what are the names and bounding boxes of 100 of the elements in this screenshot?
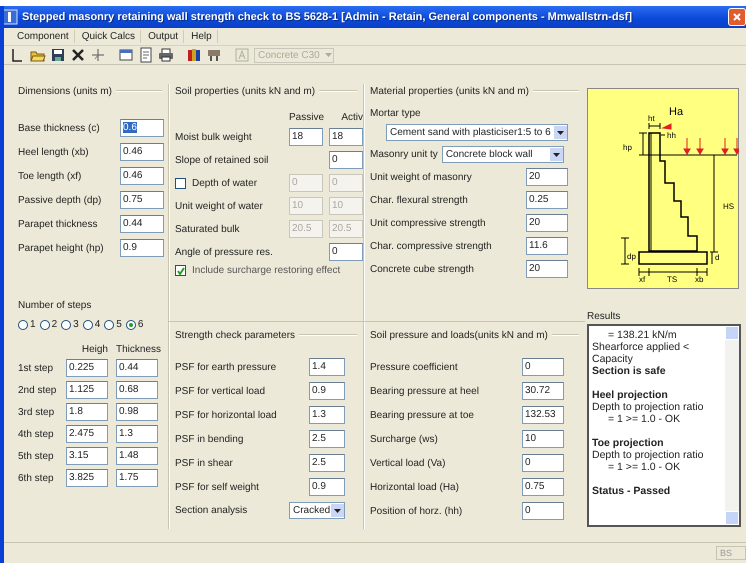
result-text: Toe projection	[592, 436, 665, 449]
input-field[interactable]: 1.125	[66, 381, 108, 399]
input-field[interactable]: 0.9	[120, 239, 164, 257]
input-field[interactable]: 0	[329, 151, 363, 169]
dropdown[interactable]: Cracked	[289, 502, 345, 519]
dimension-label: TS	[667, 275, 678, 284]
field-label: Base thickness (c)	[18, 122, 101, 134]
input-field[interactable]: 0	[522, 454, 564, 472]
delete-icon[interactable]	[70, 47, 86, 63]
dropdown-arrow-icon[interactable]	[557, 130, 564, 134]
result-text: Capacity	[592, 353, 634, 365]
menu-item[interactable]: Component	[12, 30, 75, 43]
field-label: Char. compressive strength	[370, 240, 493, 252]
menu-item[interactable]: Quick Calcs	[76, 30, 142, 43]
group-title: Material properties (units kN and m)	[370, 86, 529, 96]
document-icon[interactable]	[138, 47, 154, 63]
column-header: Passive	[289, 112, 323, 123]
field-label: Angle of pressure res.	[175, 246, 274, 258]
input-field[interactable]: 0.44	[120, 215, 164, 233]
checkbox[interactable]: Include surcharge restoring effect	[175, 265, 357, 276]
row-label: 5th step	[18, 450, 55, 462]
field-label: Bearing pressure at toe	[370, 410, 475, 420]
input-field[interactable]: 1.48	[116, 447, 158, 465]
scrollbar[interactable]	[725, 326, 739, 525]
input-field[interactable]: 0	[522, 502, 564, 520]
menu-item[interactable]: Help	[186, 30, 218, 43]
result-text: Status - Passed	[592, 484, 672, 497]
result-text: Shearforce applied <	[592, 341, 690, 353]
input-field[interactable]: 0.75	[522, 478, 564, 496]
close-icon[interactable]	[733, 13, 741, 21]
field-label: PSF in shear	[175, 458, 234, 468]
dropdown-arrow-icon[interactable]	[334, 508, 342, 512]
field-label: Moist bulk weight	[175, 132, 253, 142]
input-field[interactable]: 0.98	[116, 403, 158, 421]
input-field[interactable]: 1.4	[309, 358, 345, 376]
input-field[interactable]: 10	[522, 430, 564, 448]
input-field[interactable]: 1.8	[66, 403, 108, 421]
input-field[interactable]: 0	[329, 243, 363, 261]
input-field[interactable]: 132.53	[522, 406, 564, 424]
input-field[interactable]: 1.75	[116, 469, 158, 487]
result-text: = 1 >= 1.0 - OK	[607, 413, 682, 425]
input-field[interactable]: 1.3	[116, 425, 158, 443]
dropdown[interactable]: Concrete block wall	[442, 146, 564, 163]
close-button[interactable]	[728, 8, 746, 26]
input-field[interactable]: 11.6	[526, 237, 568, 255]
input-field[interactable]: 0	[522, 358, 564, 376]
input-field[interactable]: 18	[329, 128, 363, 146]
column-header: Heigh	[80, 344, 108, 355]
input-field[interactable]: 0.9	[309, 478, 345, 496]
dropdown-arrow-icon[interactable]	[552, 152, 560, 156]
input-field[interactable]: 2.475	[66, 425, 108, 443]
field-label: Mortar type	[370, 108, 422, 119]
input-field[interactable]: 0.46	[120, 143, 164, 161]
input-field[interactable]: 3.825	[66, 469, 108, 487]
window-icon[interactable]	[118, 47, 134, 63]
result-text: Depth to projection ratio	[592, 401, 704, 413]
group-title: Dimensions (units m)	[18, 86, 112, 96]
input-field[interactable]: 2.5	[309, 430, 345, 448]
dimension-label: xf	[639, 275, 646, 284]
crosshair-icon[interactable]	[90, 47, 106, 63]
checkmark-icon	[176, 266, 184, 274]
books-icon[interactable]	[186, 47, 202, 63]
input-field[interactable]: 18	[289, 128, 323, 146]
dropdown[interactable]: Cement sand with plasticiser1:5 to 6	[386, 124, 568, 141]
input-field[interactable]: 0.46	[120, 167, 164, 185]
row-label: 1st step	[18, 362, 54, 374]
input-field[interactable]: 0.75	[120, 191, 164, 209]
save-icon[interactable]	[50, 47, 66, 63]
row-label: 3rd step	[18, 406, 56, 418]
input-field[interactable]: 0.44	[116, 359, 158, 377]
row-label: 6th step	[18, 472, 55, 484]
input-field[interactable]: 3.15	[66, 447, 108, 465]
status-panel: BS	[716, 546, 746, 560]
row-label: 2nd step	[18, 384, 58, 396]
input-field[interactable]: 20	[526, 214, 568, 232]
menu-item[interactable]: Output	[143, 30, 184, 43]
field-label: Number of steps	[18, 300, 92, 311]
dimension-label: ht	[648, 114, 655, 123]
input-field[interactable]: 30.72	[522, 382, 564, 400]
input-field[interactable]: 0.68	[116, 381, 158, 399]
field-label: Unit compressive strength	[370, 218, 487, 228]
group-title: Soil pressure and loads(units kN and m)	[370, 330, 548, 340]
field-label: Parapet height (hp)	[18, 242, 105, 254]
row-label: 4th step	[18, 428, 55, 440]
printer-icon[interactable]	[158, 47, 174, 63]
field-label: Bearing pressure at heel	[370, 386, 480, 396]
result-text: = 138.21 kN/m	[607, 329, 678, 341]
input-field[interactable]: 20	[526, 260, 568, 278]
field-label: PSF for earth pressure	[175, 362, 278, 372]
input-field[interactable]: 0.225	[66, 359, 108, 377]
input-field[interactable]: 2.5	[309, 454, 345, 472]
input-field[interactable]: 0.25	[526, 191, 568, 209]
field-label: PSF for horizontal load	[175, 410, 278, 420]
app-icon	[4, 9, 18, 25]
input-field[interactable]: 1.3	[309, 406, 345, 424]
column-header: Activ	[340, 112, 363, 123]
input-field[interactable]: 20	[526, 168, 568, 186]
input-field[interactable]: 0.6	[120, 119, 164, 137]
input-field[interactable]: 0.9	[309, 382, 345, 400]
group-title: Soil properties (units kN and m)	[175, 86, 316, 96]
